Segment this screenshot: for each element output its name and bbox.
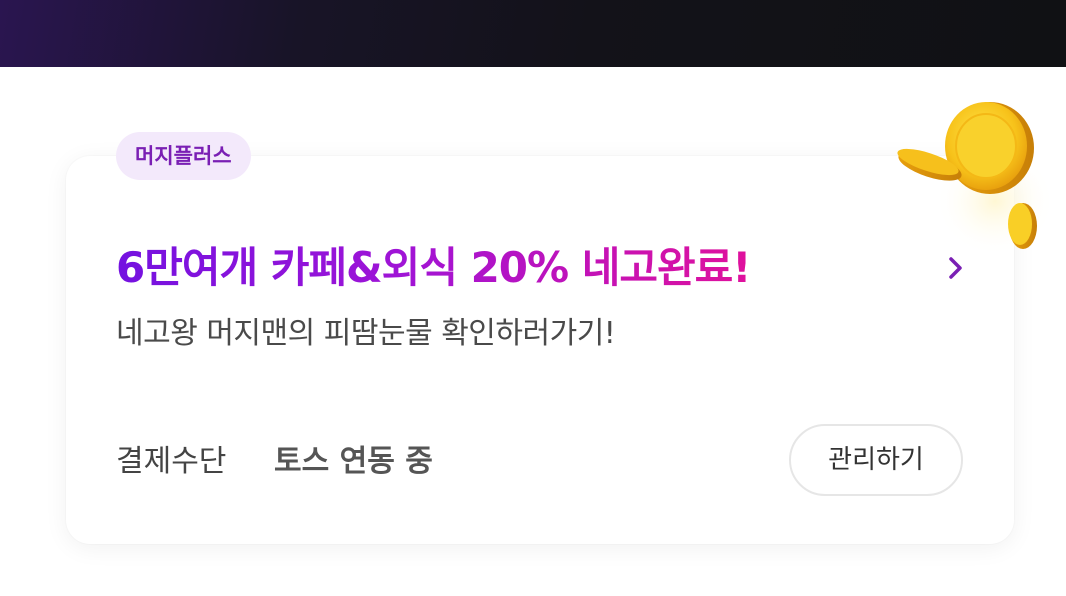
gold-coins-icon <box>897 102 1050 256</box>
payment-method-value: 토스 연동 중 <box>274 444 433 479</box>
payment-method-label: 결제수단 <box>116 444 227 479</box>
merge-plus-badge: 머지플러스 <box>116 132 251 180</box>
manage-button[interactable]: 관리하기 <box>789 424 963 496</box>
promo-subtitle: 네고왕 머지맨의 피땀눈물 확인하러가기! <box>116 316 616 351</box>
chevron-right-icon[interactable] <box>940 252 972 284</box>
top-banner <box>0 0 1066 67</box>
promo-headline[interactable]: 6만여개 카페&외식 20% 네고완료! <box>116 240 751 296</box>
